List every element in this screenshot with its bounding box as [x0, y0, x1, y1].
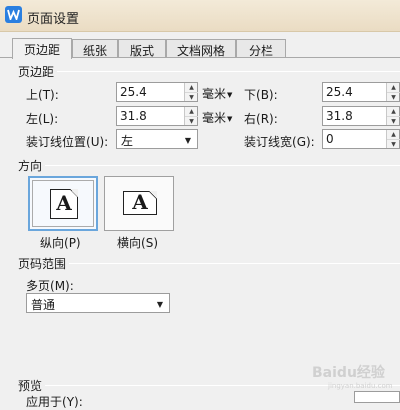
gutter-width-value[interactable]: 0	[326, 132, 334, 146]
portrait-page-icon: A	[50, 189, 78, 219]
spinner-arrows[interactable]: ▲ ▼	[184, 83, 198, 101]
landscape-button[interactable]: A	[104, 176, 174, 231]
top-margin-value[interactable]: 25.4	[120, 85, 147, 99]
page-glyph: A	[132, 190, 148, 214]
tab-document-grid[interactable]: 文档网格	[166, 39, 236, 58]
spinner-arrows[interactable]: ▲ ▼	[386, 83, 400, 101]
baidu-watermark: Baidu经验 jingyan.baidu.com	[312, 362, 393, 392]
landscape-label[interactable]: 横向(S)	[117, 234, 158, 251]
page-glyph: A	[56, 191, 72, 215]
orientation-section-title: 方向	[18, 157, 46, 174]
pages-section-title: 页码范围	[18, 255, 70, 272]
watermark-text: Baidu经验	[312, 365, 385, 381]
portrait-button[interactable]: A	[28, 176, 98, 231]
top-margin-spinner[interactable]: 25.4 ▲ ▼	[116, 82, 198, 102]
left-margin-label: 左(L):	[26, 112, 59, 126]
window-title: 页面设置	[27, 12, 80, 27]
wps-writer-icon	[5, 6, 22, 23]
spin-up-icon[interactable]: ▲	[387, 83, 400, 92]
gutter-position-value: 左	[121, 134, 134, 148]
spin-down-icon[interactable]: ▼	[185, 116, 198, 125]
top-margin-label: 上(T):	[26, 88, 59, 102]
bottom-margin-value[interactable]: 25.4	[326, 85, 353, 99]
gutter-width-spinner[interactable]: 0 ▲ ▼	[322, 129, 400, 149]
margins-section-title: 页边距	[18, 63, 58, 80]
preview-section-title: 预览	[18, 377, 46, 394]
gutter-position-select[interactable]: 左 ▼	[116, 129, 198, 149]
spin-up-icon[interactable]: ▲	[185, 107, 198, 116]
multiple-pages-value: 普通	[31, 298, 56, 312]
watermark-subtext: jingyan.baidu.com	[328, 382, 393, 390]
chevron-down-icon: ▼	[156, 300, 163, 309]
orientation-separator	[18, 165, 400, 166]
right-margin-value[interactable]: 31.8	[326, 109, 353, 123]
multiple-pages-select[interactable]: 普通 ▼	[26, 293, 170, 313]
preview-box	[354, 391, 400, 403]
unit-dropdown-icon[interactable]: ▼	[227, 91, 232, 99]
left-margin-value[interactable]: 31.8	[120, 109, 147, 123]
gutter-position-label: 装订线位置(U):	[26, 135, 109, 149]
spin-up-icon[interactable]: ▲	[387, 107, 400, 116]
gutter-width-label: 装订线宽(G):	[244, 135, 315, 149]
top-margin-unit[interactable]: 毫米▼	[202, 85, 232, 102]
spinner-arrows[interactable]: ▲ ▼	[386, 130, 400, 148]
spin-down-icon[interactable]: ▼	[387, 116, 400, 125]
portrait-label[interactable]: 纵向(P)	[40, 234, 81, 251]
apply-to-label: 应用于(Y):	[26, 395, 83, 409]
tab-margins[interactable]: 页边距	[12, 38, 72, 59]
tab-layout[interactable]: 版式	[118, 39, 166, 58]
spinner-arrows[interactable]: ▲ ▼	[386, 107, 400, 125]
bottom-margin-spinner[interactable]: 25.4 ▲ ▼	[322, 82, 400, 102]
tab-columns[interactable]: 分栏	[236, 39, 286, 58]
multiple-pages-label: 多页(M):	[26, 279, 74, 293]
title-bar[interactable]: 页面设置	[0, 0, 400, 32]
left-margin-unit[interactable]: 毫米▼	[202, 109, 232, 126]
left-margin-spinner[interactable]: 31.8 ▲ ▼	[116, 106, 198, 126]
pages-separator	[18, 263, 400, 264]
spin-up-icon[interactable]: ▲	[185, 83, 198, 92]
right-margin-label: 右(R):	[244, 112, 278, 126]
unit-dropdown-icon[interactable]: ▼	[227, 115, 232, 123]
spin-down-icon[interactable]: ▼	[387, 92, 400, 101]
bottom-margin-label: 下(B):	[244, 88, 278, 102]
margins-separator	[18, 71, 400, 72]
spin-down-icon[interactable]: ▼	[185, 92, 198, 101]
spin-up-icon[interactable]: ▲	[387, 130, 400, 139]
spinner-arrows[interactable]: ▲ ▼	[184, 107, 198, 125]
tab-paper[interactable]: 纸张	[72, 39, 118, 58]
right-margin-spinner[interactable]: 31.8 ▲ ▼	[322, 106, 400, 126]
tab-bar: 页边距 纸张 版式 文档网格 分栏	[0, 38, 400, 59]
chevron-down-icon: ▼	[184, 136, 191, 145]
spin-down-icon[interactable]: ▼	[387, 139, 400, 148]
landscape-page-icon: A	[123, 190, 157, 215]
